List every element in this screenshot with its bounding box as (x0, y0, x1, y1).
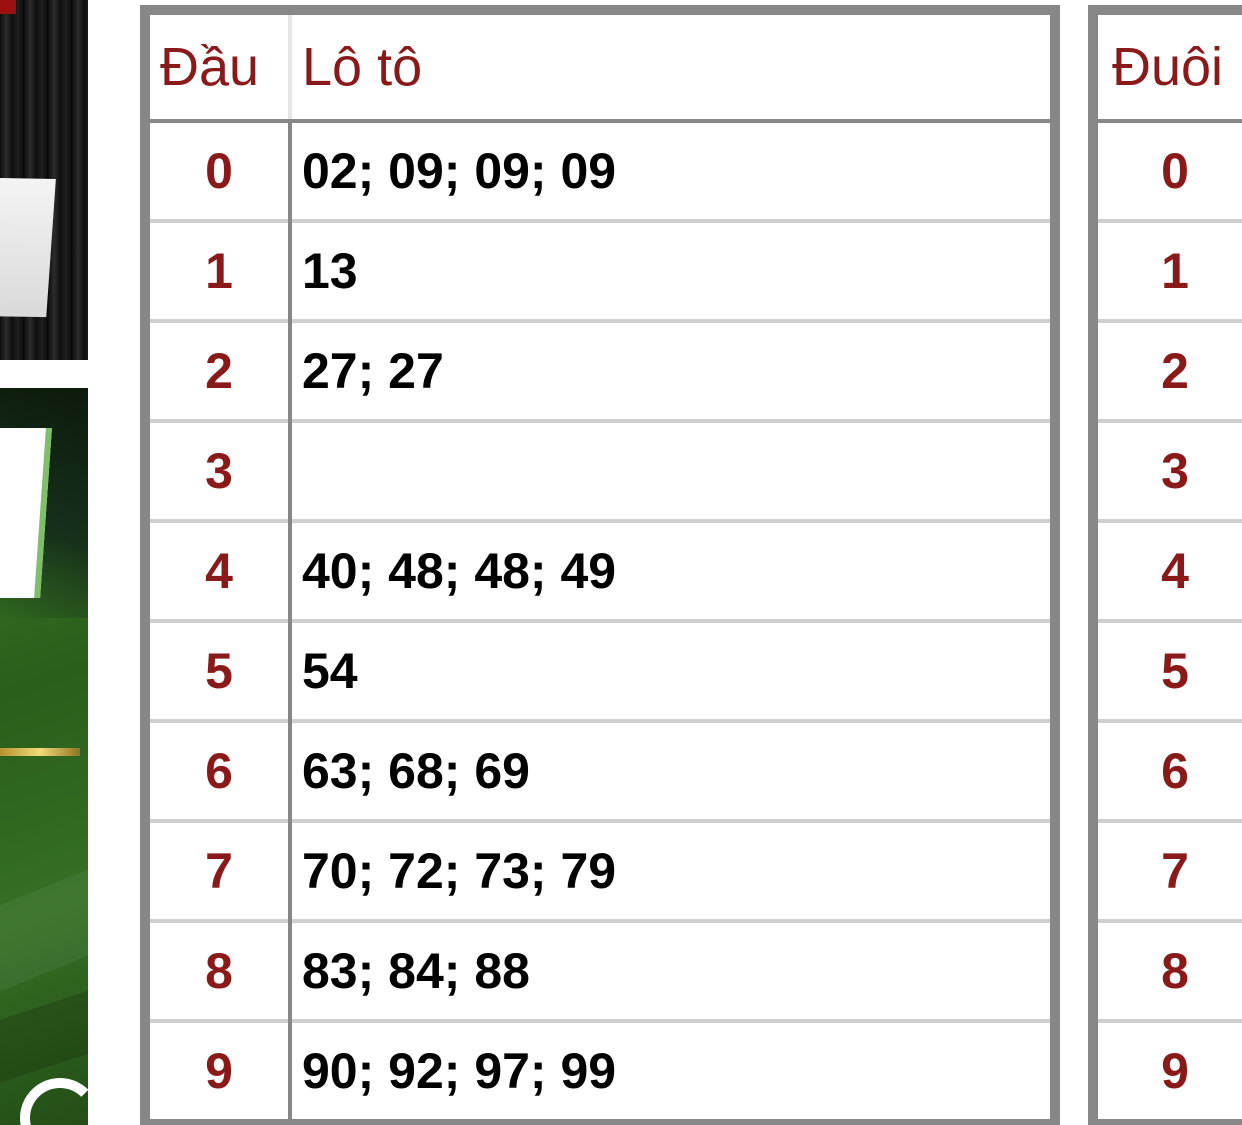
table-row: 8 83; 84; 88 (145, 919, 1055, 1021)
column-header-tail: Đuôi (1093, 10, 1242, 123)
table-row: 4 (1093, 519, 1242, 621)
table-row: 2 (1093, 319, 1242, 421)
head-digit-cell: 0 (145, 121, 292, 221)
loto-numbers-cell: 70; 72; 73; 79 (290, 819, 1055, 921)
loto-head-header-row: Đầu Lô tô (145, 10, 1055, 123)
column-header-head: Đầu (145, 10, 292, 123)
banner-card-graphic (0, 178, 56, 318)
table-row: 0 02; 09; 09; 09 (145, 121, 1055, 221)
head-digit-cell: 7 (145, 819, 292, 921)
column-header-loto: Lô tô (290, 10, 1055, 123)
head-digit-cell: 6 (145, 719, 292, 821)
loto-head-table: Đầu Lô tô 0 02; 09; 09; 09 1 13 2 27; 27… (140, 5, 1060, 1125)
loto-numbers-cell (290, 419, 1055, 521)
table-row: 9 90; 92; 97; 99 (145, 1019, 1055, 1124)
tail-digit-cell: 5 (1093, 619, 1242, 721)
banner-red-corner (0, 0, 16, 14)
head-digit-cell: 5 (145, 619, 292, 721)
page: Đầu Lô tô 0 02; 09; 09; 09 1 13 2 27; 27… (0, 0, 1242, 1125)
ad-banner-bottom[interactable] (0, 388, 88, 1125)
tail-digit-cell: 9 (1093, 1019, 1242, 1124)
table-row: 1 13 (145, 219, 1055, 321)
loto-tail-table: Đuôi 0 1 2 3 4 5 6 7 8 9 (1088, 5, 1242, 1125)
banner-wave-dark (0, 984, 88, 1092)
banner-wave-light (0, 860, 88, 996)
head-digit-cell: 4 (145, 519, 292, 621)
loto-numbers-cell: 02; 09; 09; 09 (302, 143, 617, 199)
tail-digit-cell: 7 (1093, 819, 1242, 921)
tail-digit-cell: 2 (1093, 319, 1242, 421)
table-row: 1 (1093, 219, 1242, 321)
table-row: 3 (145, 419, 1055, 521)
loto-numbers-cell: 13 (290, 219, 1055, 321)
table-row: 7 70; 72; 73; 79 (145, 819, 1055, 921)
head-digit-cell: 3 (145, 419, 292, 521)
table-row: 6 63; 68; 69 (145, 719, 1055, 821)
tail-digit-cell: 6 (1093, 719, 1242, 821)
loto-numbers-cell: 90; 92; 97; 99 (290, 1019, 1055, 1124)
loto-tail-header-row: Đuôi (1093, 10, 1242, 123)
loto-numbers-cell: 83; 84; 88 (290, 919, 1055, 1021)
ad-banner-top[interactable] (0, 0, 88, 360)
loto-numbers-cell: 54 (290, 619, 1055, 721)
banner-gold-divider (0, 748, 80, 756)
table-row: 7 (1093, 819, 1242, 921)
tail-digit-cell: 0 (1161, 143, 1189, 199)
banner-letter-graphic (20, 1078, 88, 1125)
table-row: 9 (1093, 1019, 1242, 1124)
tail-digit-cell: 8 (1093, 919, 1242, 1021)
head-digit-cell: 1 (145, 219, 292, 321)
table-row: 6 (1093, 719, 1242, 821)
table-row: 0 (1093, 121, 1242, 221)
table-row: 5 (1093, 619, 1242, 721)
table-row: 4 40; 48; 48; 49 (145, 519, 1055, 621)
loto-numbers-cell: 40; 48; 48; 49 (290, 519, 1055, 621)
head-digit-cell: 2 (145, 319, 292, 421)
table-row: 3 (1093, 419, 1242, 521)
loto-numbers-cell: 63; 68; 69 (290, 719, 1055, 821)
table-row: 8 (1093, 919, 1242, 1021)
tail-digit-cell: 3 (1093, 419, 1242, 521)
tail-digit-cell: 1 (1093, 219, 1242, 321)
banner-numeral-serif (0, 428, 10, 468)
head-digit-cell: 9 (145, 1019, 292, 1124)
table-row: 2 27; 27 (145, 319, 1055, 421)
table-row: 5 54 (145, 619, 1055, 721)
tail-digit-cell: 4 (1093, 519, 1242, 621)
loto-numbers-cell: 27; 27 (290, 319, 1055, 421)
head-digit-cell: 8 (145, 919, 292, 1021)
